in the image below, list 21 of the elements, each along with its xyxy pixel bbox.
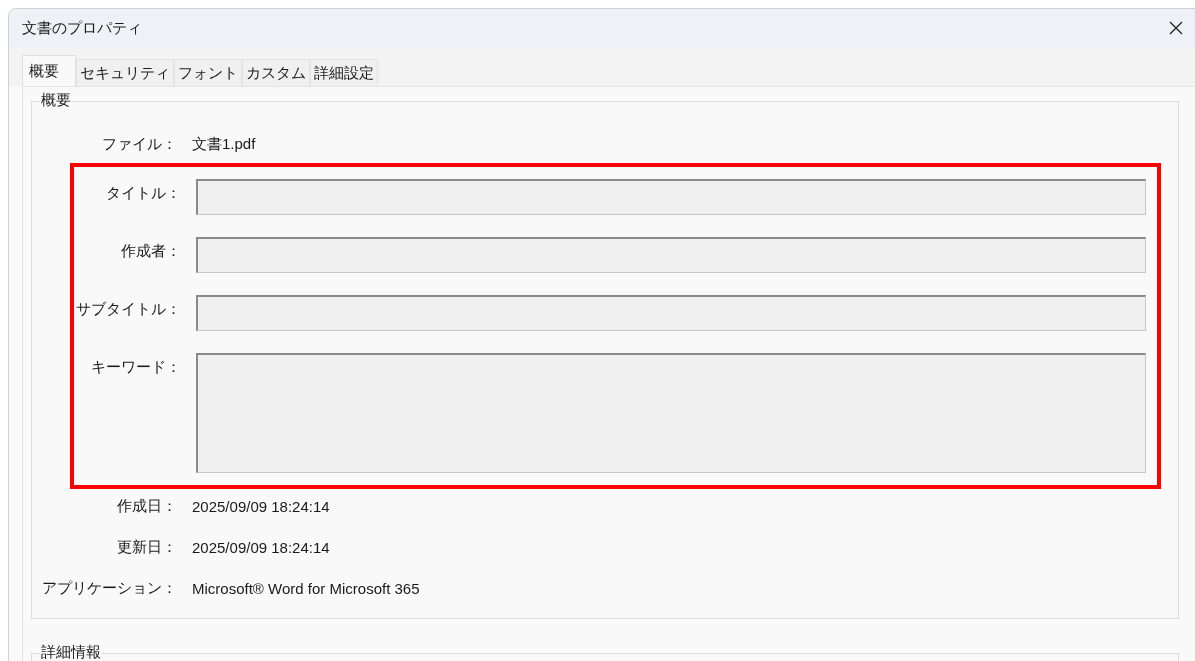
tab[interactable]: 概要 [22, 55, 76, 86]
field-label: アプリケーション： [41, 579, 178, 598]
group-title: 概要 [40, 91, 72, 110]
field-label: 更新日： [116, 538, 178, 557]
field-label: 作成日： [116, 497, 178, 516]
field-label: サブタイトル： [75, 299, 182, 319]
tab[interactable]: フォント [174, 59, 242, 86]
tab[interactable]: カスタム [242, 59, 310, 86]
tab[interactable]: 詳細設定 [310, 59, 378, 86]
file-name: 文書1.pdf [192, 135, 256, 154]
group-title: 詳細情報 [40, 643, 102, 661]
field-label: ファイル： [101, 135, 178, 154]
field-value: 2025/09/09 18:24:14 [192, 498, 330, 515]
field-value: Microsoft® Word for Microsoft 365 [192, 580, 420, 597]
window-title: 文書のプロパティ [22, 18, 142, 38]
field-value: 2025/09/09 18:24:14 [192, 539, 330, 556]
field-label: キーワード： [90, 357, 182, 377]
field-label: 作成者： [120, 241, 182, 261]
close-icon[interactable] [1168, 20, 1184, 36]
field-label: タイトル： [105, 183, 182, 203]
tab[interactable]: セキュリティ [76, 59, 174, 86]
